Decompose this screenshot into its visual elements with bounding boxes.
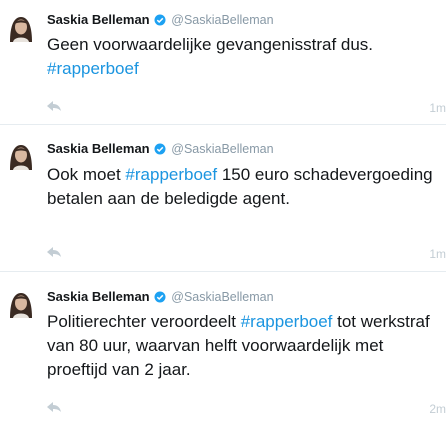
tweet-text-segment: Geen voorwaardelijke gevangenisstraf dus… bbox=[47, 35, 374, 54]
display-name[interactable]: Saskia Belleman bbox=[47, 12, 150, 27]
reply-icon[interactable] bbox=[46, 99, 62, 117]
display-name[interactable]: Saskia Belleman bbox=[47, 141, 150, 156]
avatar[interactable] bbox=[7, 290, 35, 318]
reply-icon[interactable] bbox=[46, 400, 62, 418]
tweet-header: Saskia Belleman @SaskiaBelleman bbox=[47, 288, 274, 306]
tweet-feed: Saskia Belleman @SaskiaBelleman Geen voo… bbox=[0, 0, 446, 433]
tweet-timestamp[interactable]: 1m bbox=[429, 101, 446, 115]
verified-badge-icon bbox=[154, 290, 166, 308]
tweet-timestamp[interactable]: 2m bbox=[429, 402, 446, 416]
tweet-text: Politierechter veroordeelt #rapperboef t… bbox=[47, 310, 439, 382]
tweet-header: Saskia Belleman @SaskiaBelleman bbox=[47, 140, 274, 158]
reply-icon[interactable] bbox=[46, 245, 62, 263]
tweet-header: Saskia Belleman @SaskiaBelleman bbox=[47, 11, 274, 29]
avatar[interactable] bbox=[7, 14, 35, 42]
verified-badge-icon bbox=[154, 142, 166, 160]
tweet-timestamp[interactable]: 1m bbox=[429, 247, 446, 261]
user-handle[interactable]: @SaskiaBelleman bbox=[171, 13, 273, 27]
hashtag-link[interactable]: #rapperboef bbox=[241, 312, 333, 331]
tweet-text: Ook moet #rapperboef 150 euro schadeverg… bbox=[47, 163, 439, 211]
tweet-text: Geen voorwaardelijke gevangenisstraf dus… bbox=[47, 33, 439, 81]
tweet[interactable]: Saskia Belleman @SaskiaBelleman Ook moet… bbox=[0, 125, 446, 271]
tweet[interactable]: Saskia Belleman @SaskiaBelleman Geen voo… bbox=[0, 0, 446, 124]
verified-badge-icon bbox=[154, 13, 166, 31]
hashtag-link[interactable]: #rapperboef bbox=[125, 165, 217, 184]
tweet-text-segment: Ook moet bbox=[47, 165, 126, 184]
user-handle[interactable]: @SaskiaBelleman bbox=[171, 142, 273, 156]
tweet-text-segment: Politierechter veroordeelt bbox=[47, 312, 241, 331]
hashtag-link[interactable]: #rapperboef bbox=[47, 59, 139, 78]
display-name[interactable]: Saskia Belleman bbox=[47, 289, 150, 304]
user-handle[interactable]: @SaskiaBelleman bbox=[171, 290, 273, 304]
tweet[interactable]: Saskia Belleman @SaskiaBelleman Politier… bbox=[0, 272, 446, 433]
avatar[interactable] bbox=[7, 142, 35, 170]
